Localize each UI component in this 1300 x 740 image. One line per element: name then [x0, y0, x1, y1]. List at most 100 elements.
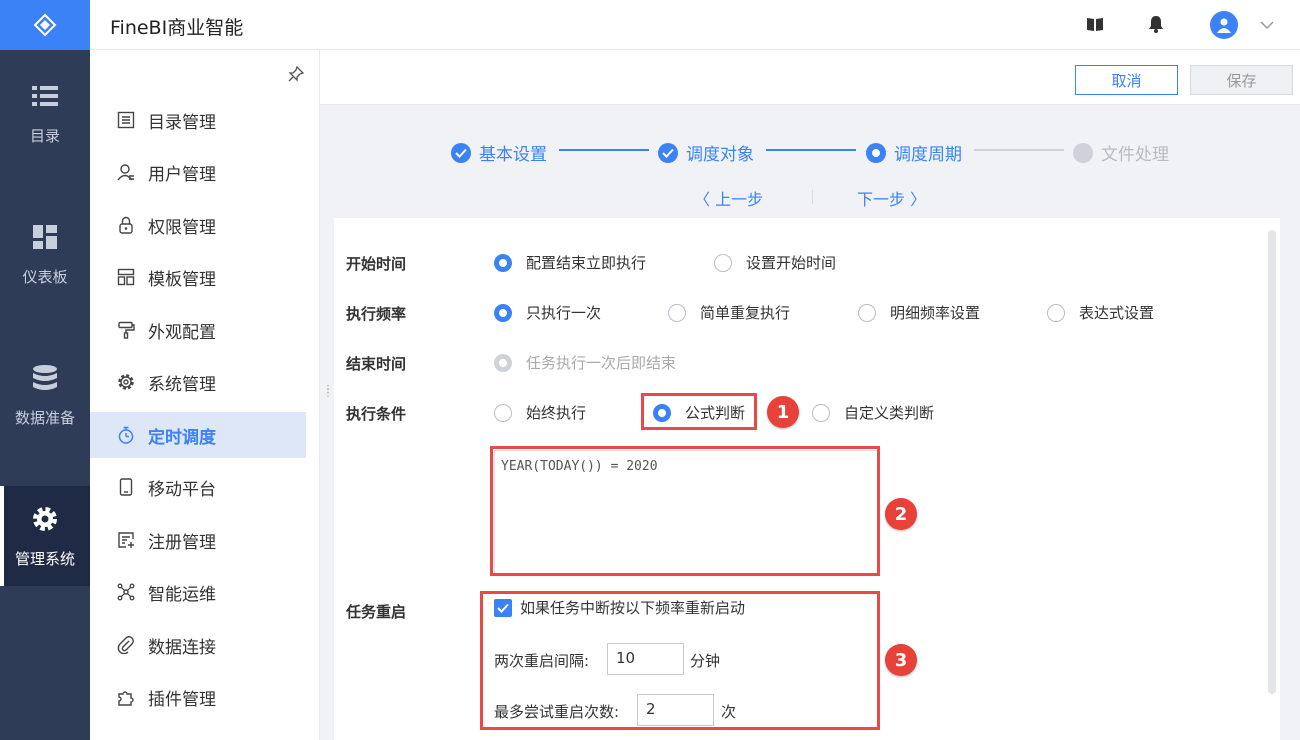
- paint-roller-icon: [118, 321, 135, 339]
- dashboard-icon: [33, 224, 57, 249]
- menu-item-ops[interactable]: 智能运维: [90, 569, 306, 615]
- menu-item-mobile[interactable]: 移动平台: [90, 464, 306, 510]
- step-schedule-period[interactable]: 调度周期: [866, 140, 962, 165]
- chevron-right-icon: 〉: [905, 190, 927, 209]
- menu-item-users[interactable]: 用户管理: [90, 149, 306, 195]
- step-schedule-object[interactable]: 调度对象: [658, 140, 754, 165]
- stopwatch-icon: [118, 426, 134, 444]
- catalog-icon: [117, 111, 135, 129]
- rail-label: 仪表板: [22, 267, 68, 286]
- highlight-box-formula-option: [641, 393, 757, 430]
- step-label: 文件处理: [1101, 145, 1169, 165]
- puzzle-icon: [118, 691, 134, 706]
- expression-radio[interactable]: 表达式设置: [1047, 302, 1154, 323]
- step-basic-settings[interactable]: 基本设置: [451, 140, 547, 165]
- menu-item-label: 用户管理: [148, 164, 216, 185]
- mobile-icon: [119, 478, 133, 496]
- app-rail: 目录 仪表板 数据准备 管理系统: [0, 0, 90, 740]
- menu-item-label: 注册管理: [148, 532, 216, 553]
- save-button[interactable]: 保存: [1190, 65, 1293, 95]
- wizard-steps: 基本设置 调度对象 调度周期 文件处理 〈 上一步 下一步 〉: [320, 106, 1300, 216]
- menu-item-label: 数据连接: [148, 637, 216, 658]
- menu-item-label: 定时调度: [148, 427, 216, 448]
- menu-item-system[interactable]: 系统管理: [90, 359, 306, 405]
- chevron-down-icon[interactable]: [1260, 20, 1274, 30]
- menu-item-appearance[interactable]: 外观配置: [90, 307, 306, 353]
- menu-item-registration[interactable]: 注册管理: [90, 517, 306, 563]
- menu-item-templates[interactable]: 模板管理: [90, 254, 306, 300]
- user-avatar-icon: [1217, 18, 1231, 33]
- top-header: FineBI商业智能: [90, 0, 1300, 50]
- highlight-box-formula-input: [490, 446, 880, 576]
- menu-item-connections[interactable]: 数据连接: [90, 622, 306, 668]
- bell-icon[interactable]: [1148, 15, 1164, 33]
- prev-step-button[interactable]: 〈 上一步: [694, 186, 763, 210]
- panel-splitter[interactable]: ⋮ ⋮: [323, 385, 333, 399]
- condition-label: 执行条件: [346, 405, 407, 423]
- check-icon: [658, 142, 678, 163]
- detailed-frequency-radio[interactable]: 明细频率设置: [858, 302, 980, 323]
- start-immediately-radio[interactable]: 配置结束立即执行: [494, 252, 646, 273]
- annotation-badge-2: 2: [885, 498, 917, 530]
- pending-step-icon: [1073, 142, 1093, 163]
- annotation-badge-3: 3: [885, 644, 917, 676]
- menu-item-label: 系统管理: [148, 374, 216, 395]
- rail-item-catalog[interactable]: 目录: [0, 63, 90, 163]
- avatar[interactable]: [1210, 11, 1238, 39]
- gear-icon: [118, 374, 134, 390]
- simple-repeat-radio[interactable]: 简单重复执行: [668, 302, 790, 323]
- chevron-left-icon: 〈: [694, 190, 716, 209]
- end-after-once-radio: 任务执行一次后即结束: [494, 352, 676, 373]
- rail-label: 数据准备: [14, 408, 75, 427]
- pin-icon[interactable]: [288, 66, 304, 82]
- register-icon: [118, 532, 134, 548]
- custom-class-radio[interactable]: 自定义类判断: [812, 402, 934, 423]
- app-title: FineBI商业智能: [110, 17, 244, 39]
- cancel-button[interactable]: 取消: [1075, 65, 1178, 95]
- always-run-radio[interactable]: 始终执行: [494, 402, 586, 423]
- menu-item-label: 外观配置: [148, 322, 216, 343]
- highlight-box-restart: [480, 591, 880, 730]
- step-label: 调度对象: [686, 145, 754, 165]
- menu-item-label: 模板管理: [148, 269, 216, 290]
- restart-label: 任务重启: [346, 603, 407, 621]
- menu-item-label: 插件管理: [148, 689, 216, 710]
- list-icon: [32, 85, 58, 106]
- app-logo[interactable]: [0, 0, 90, 50]
- nav-divider: [812, 190, 813, 204]
- user-icon: [117, 164, 134, 181]
- next-step-button[interactable]: 下一步 〉: [857, 186, 926, 210]
- gear-icon: [33, 506, 57, 531]
- menu-item-catalog[interactable]: 目录管理: [90, 97, 306, 143]
- frequency-label: 执行频率: [346, 305, 407, 323]
- run-once-radio[interactable]: 只执行一次: [494, 302, 601, 323]
- network-icon: [117, 583, 135, 601]
- start-time-label: 开始时间: [346, 255, 407, 273]
- database-icon: [33, 364, 57, 390]
- step-label: 基本设置: [479, 145, 547, 165]
- rail-label: 管理系统: [14, 549, 75, 568]
- paperclip-icon: [117, 636, 134, 654]
- annotation-badge-1: 1: [767, 396, 799, 428]
- menu-item-label: 权限管理: [148, 217, 216, 238]
- step-connector: [766, 149, 856, 151]
- book-icon[interactable]: [1086, 15, 1104, 33]
- rail-item-data-prep[interactable]: 数据准备: [0, 345, 90, 445]
- rail-item-dashboard[interactable]: 仪表板: [0, 204, 90, 304]
- lock-icon: [119, 216, 133, 234]
- set-start-time-radio[interactable]: 设置开始时间: [714, 252, 836, 273]
- step-connector: [974, 149, 1064, 151]
- menu-item-scheduling[interactable]: 定时调度: [90, 412, 306, 458]
- end-time-label: 结束时间: [346, 355, 407, 373]
- rail-item-admin[interactable]: 管理系统: [0, 486, 90, 586]
- step-file-processing[interactable]: 文件处理: [1073, 140, 1169, 165]
- step-label: 调度周期: [894, 145, 962, 165]
- template-icon: [117, 268, 135, 286]
- menu-item-permissions[interactable]: 权限管理: [90, 202, 306, 248]
- content-toolbar: 取消 保存: [320, 50, 1300, 105]
- step-connector: [559, 149, 649, 151]
- scrollbar[interactable]: [1268, 230, 1276, 694]
- rail-label: 目录: [29, 126, 60, 145]
- menu-item-label: 目录管理: [148, 112, 216, 133]
- menu-item-plugins[interactable]: 插件管理: [90, 674, 306, 720]
